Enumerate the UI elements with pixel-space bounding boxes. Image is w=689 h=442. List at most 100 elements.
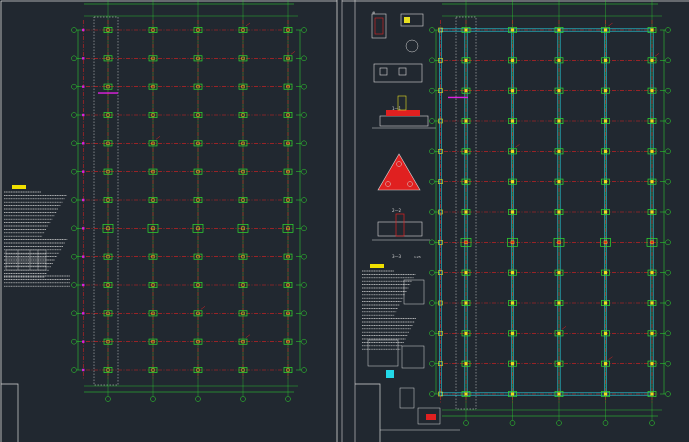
cad-canvas[interactable]: 1—1 2—2 3—3 1:25 ⊕ — [0, 0, 689, 442]
axis-bubble-left — [429, 300, 435, 306]
axis-bubble-right — [665, 148, 671, 155]
axis-bubble-right — [665, 87, 671, 94]
column-fill — [464, 89, 468, 93]
column-fill — [510, 362, 515, 366]
detail-small-e-fill — [426, 414, 436, 420]
column-fill — [603, 89, 608, 93]
axis-bubble-left — [429, 27, 435, 33]
section-2-label: 2—2 — [392, 208, 402, 213]
detail-cyan-block — [386, 370, 394, 378]
column-fill — [557, 301, 561, 305]
axis-bubble-right — [301, 83, 307, 90]
column-fill — [464, 392, 468, 396]
highlight-strip — [93, 16, 119, 386]
callout-leader — [245, 334, 251, 338]
axis-bubble-right — [301, 168, 307, 175]
column-fill — [650, 210, 654, 214]
axis-bubble-left — [71, 282, 77, 288]
magenta-marker-icon — [82, 255, 85, 258]
axis-bubble-left — [71, 140, 77, 147]
column-fill — [557, 271, 561, 275]
footing-section-1-fill — [386, 110, 420, 116]
detail-sketch-1-inner — [374, 17, 384, 35]
column-fill — [650, 89, 654, 93]
axis-bubble-right — [301, 112, 307, 118]
magenta-marker-icon — [82, 142, 85, 145]
axis-bubble-right — [665, 269, 671, 276]
column-fill — [650, 119, 654, 123]
column-fill — [464, 28, 468, 32]
callout-leader — [654, 53, 660, 57]
column-fill — [510, 301, 515, 305]
axis-bubble-left — [429, 360, 435, 367]
column-fill — [510, 331, 515, 335]
detail-small-c — [401, 345, 425, 369]
axis-bubble-left — [429, 148, 435, 155]
section-3-label: 3—3 — [392, 254, 402, 259]
axis-bubble-left — [429, 57, 435, 64]
column-fill — [557, 28, 561, 32]
general-notes-left — [4, 185, 70, 287]
axis-bubble-left — [71, 27, 77, 33]
detail-small-d — [399, 387, 415, 409]
axis-bubble-right — [301, 367, 307, 373]
axis-bubble-left — [429, 330, 435, 337]
axis-bubble-right — [665, 330, 671, 337]
column-core — [557, 240, 561, 245]
column-fill — [464, 362, 468, 366]
axis-bubble-right — [301, 282, 307, 288]
cad-drawing-sheet: 1—1 2—2 3—3 1:25 ⊕ — [0, 0, 689, 442]
callout-leader — [608, 22, 613, 27]
axis-bubble-bottom — [649, 420, 655, 426]
callout-leader — [561, 326, 567, 330]
magenta-marker-icon — [82, 170, 85, 173]
axis-bubble-bottom — [240, 396, 246, 402]
column-fill — [464, 180, 468, 184]
column-fill — [557, 392, 561, 396]
column-fill — [603, 331, 608, 335]
detail-small-b — [367, 339, 399, 367]
axis-bubble-left — [71, 197, 77, 203]
column-fill — [650, 149, 654, 153]
axis-bubble-bottom — [463, 420, 469, 426]
magenta-label-bar — [98, 92, 118, 94]
column-fill — [603, 119, 608, 123]
detail-sketch-2-fill — [404, 17, 410, 23]
axis-bubble-left — [429, 209, 435, 215]
column-fill — [510, 392, 515, 396]
column-fill — [557, 362, 561, 366]
column-fill — [650, 180, 654, 184]
axis-bubble-right — [301, 27, 307, 33]
sheet-frame — [0, 0, 689, 442]
magenta-marker-icon — [82, 198, 85, 202]
axis-bubble-right — [665, 300, 671, 306]
axis-bubble-bottom — [556, 420, 562, 426]
axis-bubble-right — [301, 197, 307, 203]
axis-bubble-left — [71, 168, 77, 175]
axis-bubble-left — [429, 178, 435, 185]
column-fill — [510, 180, 515, 184]
column-core — [510, 240, 515, 245]
column-fill — [464, 210, 468, 214]
axis-bubble-left — [71, 55, 77, 62]
column-fill — [603, 362, 608, 366]
foundation-plan — [71, 0, 307, 402]
magenta-marker-icon — [82, 85, 85, 88]
axis-bubble-left — [429, 239, 435, 246]
axis-bubble-left — [71, 253, 77, 260]
axis-bubble-left — [71, 338, 77, 345]
column-fill — [557, 58, 561, 62]
column-fill — [464, 271, 468, 275]
magenta-marker-icon — [82, 227, 85, 230]
axis-bubble-left — [429, 269, 435, 276]
column-fill — [650, 28, 654, 32]
column-fill — [603, 28, 608, 32]
column-fill — [464, 149, 468, 153]
callout-leader — [200, 306, 206, 310]
axis-bubble-left — [71, 83, 77, 90]
title-block-corner-left — [1, 383, 19, 442]
axis-bubble-right — [301, 140, 307, 147]
column-fill — [650, 301, 654, 305]
column-fill — [510, 149, 515, 153]
callout-leader — [515, 144, 520, 148]
